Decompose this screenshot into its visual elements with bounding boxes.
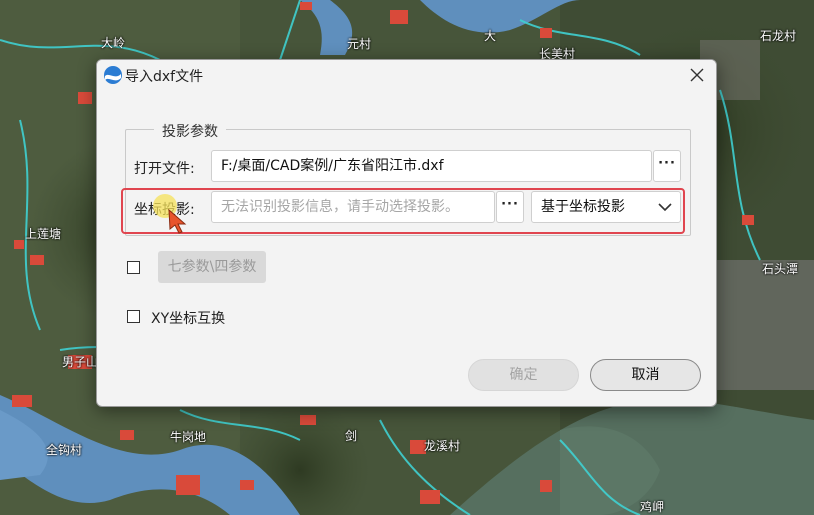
- map-label: 元村: [347, 37, 372, 51]
- map-label: 鸡岬: [640, 500, 665, 514]
- app-logo-icon: [104, 66, 122, 84]
- map-label: 男子山: [62, 355, 99, 369]
- dialog-titlebar[interactable]: 导入dxf文件: [97, 60, 716, 90]
- cancel-button[interactable]: 取消: [590, 359, 701, 391]
- close-button[interactable]: [684, 62, 710, 88]
- close-icon: [690, 68, 704, 82]
- map-label: 石头潭: [762, 262, 799, 276]
- map-label: 龙溪村: [424, 439, 461, 453]
- projection-label: 坐标投影:: [134, 202, 195, 218]
- file-path-field[interactable]: F:/桌面/CAD案例/广东省阳江市.dxf: [211, 150, 652, 182]
- ok-button[interactable]: 确定: [468, 359, 579, 391]
- seven-param-checkbox[interactable]: [127, 261, 140, 274]
- projection-type-select[interactable]: 基于坐标投影: [531, 191, 681, 223]
- map-label: 全钩村: [46, 443, 83, 457]
- map-label: 大岭: [101, 36, 126, 50]
- group-title: 投影参数: [154, 121, 226, 141]
- dialog-title: 导入dxf文件: [125, 69, 204, 85]
- map-label: 牛岗地: [170, 430, 207, 444]
- projection-field[interactable]: 无法识别投影信息，请手动选择投影。: [211, 191, 495, 223]
- browse-file-button[interactable]: ···: [653, 150, 681, 182]
- xy-swap-label: XY坐标互换: [151, 311, 226, 327]
- map-label: 剑: [345, 429, 358, 443]
- map-label: 大: [484, 29, 497, 43]
- browse-projection-button[interactable]: ···: [496, 191, 524, 223]
- import-dxf-dialog: 导入dxf文件 投影参数 打开文件: F:/桌面/CAD案例/广东省阳江市.dx…: [96, 59, 717, 407]
- chevron-down-icon: [658, 203, 672, 212]
- projection-type-value: 基于坐标投影: [541, 199, 625, 215]
- open-file-label: 打开文件:: [134, 161, 195, 177]
- xy-swap-checkbox[interactable]: [127, 310, 140, 323]
- map-label: 上莲塘: [25, 227, 62, 241]
- map-label: 石龙村: [760, 29, 797, 43]
- seven-param-button[interactable]: 七参数\四参数: [158, 251, 266, 283]
